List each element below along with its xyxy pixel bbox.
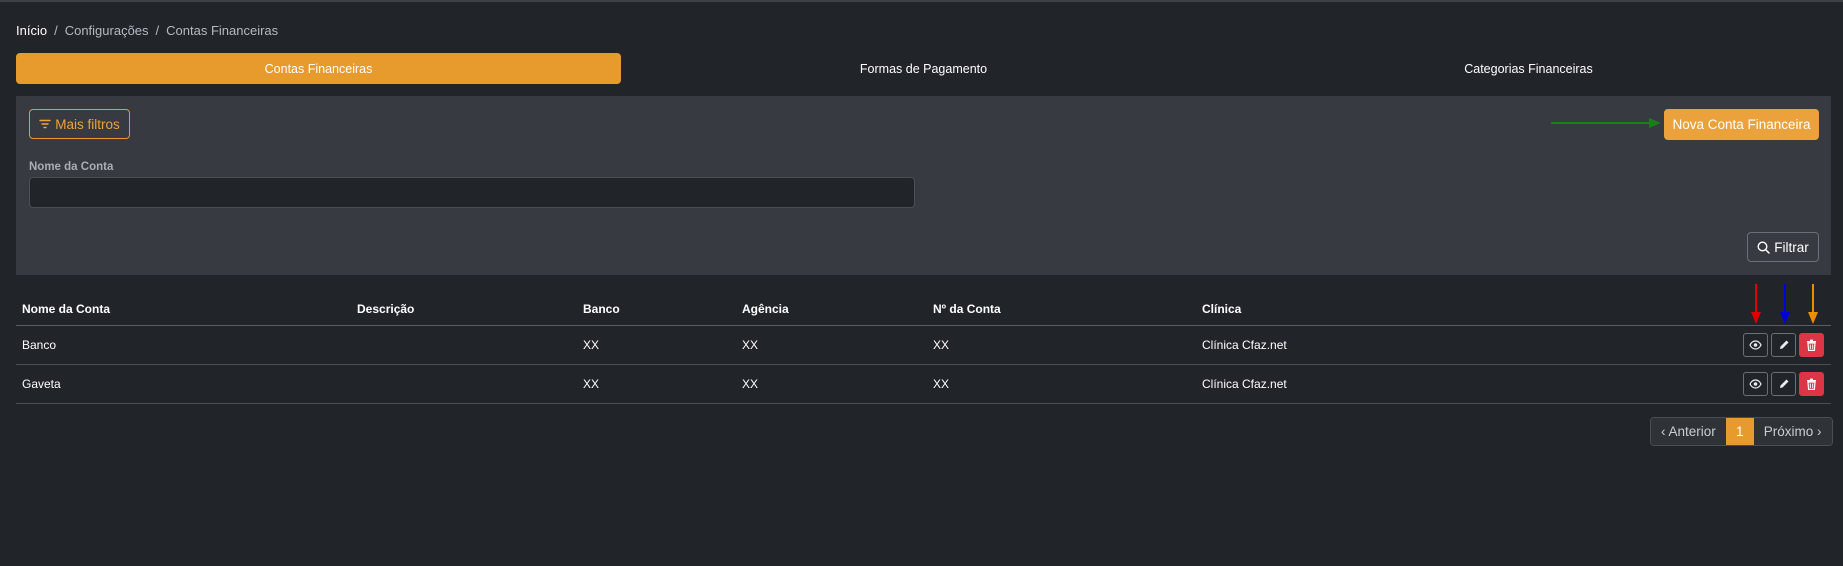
cell-account-number: XX — [933, 338, 950, 352]
cell-bank: XX — [583, 338, 600, 352]
new-account-button[interactable]: Nova Conta Financeira — [1664, 109, 1819, 140]
pencil-icon — [1779, 379, 1788, 388]
column-header-description[interactable]: Descrição — [357, 293, 414, 325]
account-name-input[interactable] — [29, 177, 915, 208]
column-header-clinic[interactable]: Clínica — [1202, 293, 1241, 325]
table-row: Gaveta XX XX XX Clínica Cfaz.net — [16, 365, 1831, 404]
breadcrumb-separator: / — [155, 23, 160, 38]
breadcrumb-separator: / — [54, 23, 58, 38]
breadcrumb-settings-link[interactable]: Configurações — [65, 23, 149, 38]
more-filters-button[interactable]: Mais filtros — [29, 109, 130, 139]
filter-lines-icon — [39, 119, 51, 129]
annotation-arrow-green — [1551, 118, 1661, 128]
previous-page-button[interactable]: ‹ Anterior — [1651, 418, 1726, 445]
accounts-table: Nome da Conta Descrição Banco Agência Nº… — [16, 293, 1831, 404]
pencil-icon — [1779, 340, 1788, 349]
breadcrumb: Início / Configurações / Contas Financei… — [16, 23, 278, 38]
row-actions — [1743, 326, 1824, 364]
cell-clinic: Clínica Cfaz.net — [1202, 338, 1287, 352]
edit-button[interactable] — [1771, 333, 1796, 357]
tab-payment-methods[interactable]: Formas de Pagamento — [621, 53, 1226, 84]
filter-panel: Mais filtros Nova Conta Financeira Nome … — [16, 96, 1831, 275]
table-row: Banco XX XX XX Clínica Cfaz.net — [16, 326, 1831, 365]
pagination: ‹ Anterior 1 Próximo › — [1650, 417, 1833, 446]
account-name-label: Nome da Conta — [29, 161, 114, 173]
tab-bar: Contas Financeiras Formas de Pagamento C… — [16, 53, 1831, 84]
search-icon — [1757, 240, 1770, 254]
column-header-agency[interactable]: Agência — [742, 293, 789, 325]
column-header-account-number[interactable]: Nº da Conta — [933, 293, 1001, 325]
eye-icon — [1749, 340, 1762, 350]
trash-icon — [1807, 339, 1816, 351]
column-header-name[interactable]: Nome da Conta — [22, 293, 110, 325]
cell-account-name: Banco — [22, 338, 57, 352]
view-button[interactable] — [1743, 333, 1768, 357]
cell-bank: XX — [583, 377, 600, 391]
cell-clinic: Clínica Cfaz.net — [1202, 377, 1287, 391]
tab-financial-categories[interactable]: Categorias Financeiras — [1226, 53, 1831, 84]
filter-button[interactable]: Filtrar — [1747, 232, 1819, 262]
cell-account-name: Gaveta — [22, 377, 61, 391]
top-divider — [0, 0, 1843, 2]
filter-button-label: Filtrar — [1774, 239, 1809, 255]
eye-icon — [1749, 379, 1762, 389]
row-actions — [1743, 365, 1824, 403]
view-button[interactable] — [1743, 372, 1768, 396]
trash-icon — [1807, 378, 1816, 390]
breadcrumb-home-link[interactable]: Início — [16, 23, 47, 38]
more-filters-label: Mais filtros — [55, 116, 120, 132]
breadcrumb-current: Contas Financeiras — [166, 23, 279, 38]
column-header-bank[interactable]: Banco — [583, 293, 620, 325]
edit-button[interactable] — [1771, 372, 1796, 396]
page-number-button[interactable]: 1 — [1725, 418, 1754, 445]
cell-agency: XX — [742, 338, 759, 352]
cell-agency: XX — [742, 377, 759, 391]
delete-button[interactable] — [1799, 372, 1824, 396]
table-header: Nome da Conta Descrição Banco Agência Nº… — [16, 293, 1831, 326]
delete-button[interactable] — [1799, 333, 1824, 357]
tab-financial-accounts[interactable]: Contas Financeiras — [16, 53, 621, 84]
next-page-button[interactable]: Próximo › — [1753, 418, 1832, 445]
cell-account-number: XX — [933, 377, 950, 391]
